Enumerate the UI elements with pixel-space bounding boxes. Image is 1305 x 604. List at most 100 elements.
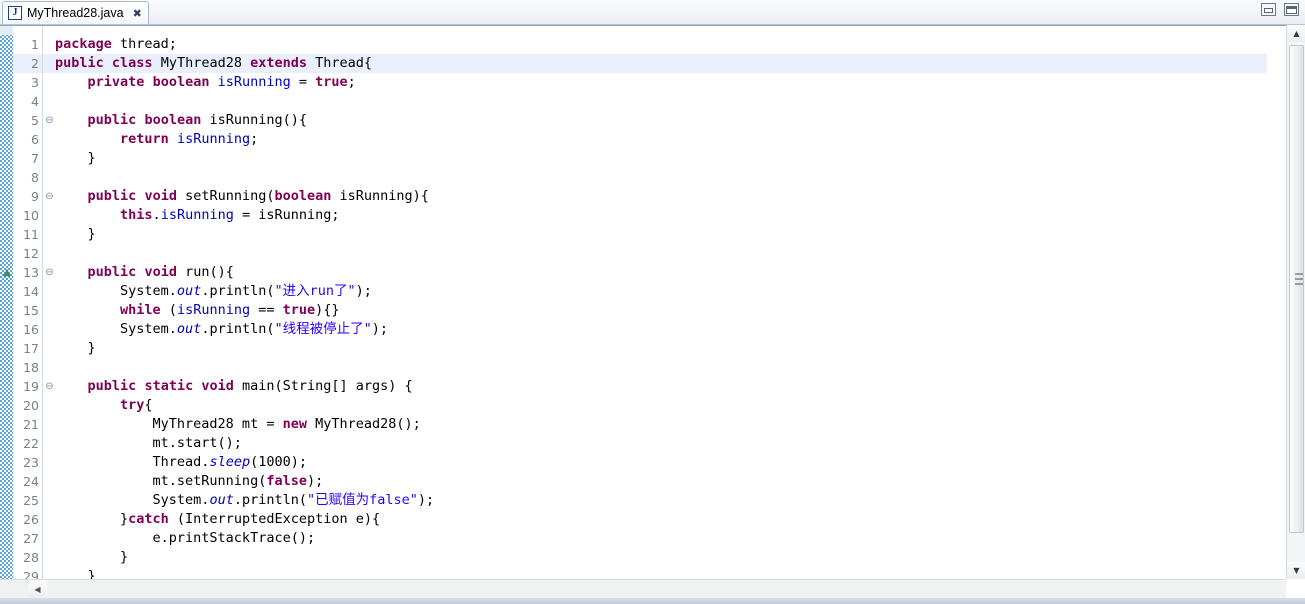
code-line[interactable]: } — [55, 567, 96, 579]
code-line[interactable]: } — [55, 149, 96, 168]
code-token-kw: boolean — [274, 188, 332, 204]
code-token-plain: ){} — [315, 302, 340, 318]
code-token-fld: isRunning — [176, 302, 251, 318]
code-line[interactable]: package thread; — [55, 35, 177, 54]
window-bottom-edge — [0, 598, 1305, 604]
code-line[interactable]: Thread.sleep(1000); — [55, 453, 307, 472]
code-token-sfld: out — [209, 492, 234, 508]
code-line[interactable]: e.printStackTrace(); — [55, 529, 316, 548]
horizontal-scrollbar[interactable]: ◀ — [0, 579, 1286, 598]
code-token-plain: setRunning( — [176, 188, 275, 204]
line-number: 11 — [23, 227, 39, 242]
code-token-kw: try — [120, 397, 145, 413]
code-line[interactable]: this.isRunning = isRunning; — [55, 206, 339, 225]
code-line[interactable]: while (isRunning == true){} — [55, 301, 340, 320]
code-line[interactable]: } — [55, 225, 96, 244]
fold-collapse-icon[interactable]: ⊖ — [44, 263, 55, 282]
code-token-plain: .println( — [201, 283, 275, 299]
scroll-down-icon[interactable]: ▼ — [1287, 562, 1305, 579]
code-line[interactable]: public static void main(String[] args) { — [55, 377, 413, 396]
code-line[interactable]: public boolean isRunning(){ — [55, 111, 308, 130]
code-line[interactable]: private boolean isRunning = true; — [55, 73, 356, 92]
line-number: 12 — [23, 246, 39, 261]
code-line[interactable]: System.out.println("线程被停止了"); — [55, 320, 388, 339]
code-line[interactable]: System.out.println("已赋值为false"); — [55, 491, 435, 510]
code-line[interactable]: public class MyThread28 extends Thread{ — [55, 54, 372, 73]
line-number: 28 — [23, 550, 39, 565]
close-icon[interactable]: ✖ — [133, 8, 142, 19]
line-number: 5 — [31, 113, 39, 128]
code-token-plain: = — [290, 74, 316, 90]
code-token-kw: package — [55, 36, 112, 52]
line-number: 20 — [23, 398, 39, 413]
line-number: 18 — [23, 360, 39, 375]
code-token-plain: } — [55, 340, 96, 356]
code-token-plain: ; — [250, 131, 259, 147]
code-token-sfld: sleep — [209, 454, 251, 470]
editor-tab-mythread28[interactable]: J MyThread28.java ✖ — [2, 1, 149, 24]
code-token-plain: ); — [371, 321, 388, 337]
line-number: 17 — [23, 341, 39, 356]
code-editor[interactable]: ▲ 1 2 3 4 5 6 7 8 9 10 11 12 13 14 15 16 17 18 19 20 21 22 23 2… — [0, 25, 1305, 579]
code-token-plain: ); — [355, 283, 372, 299]
fold-collapse-icon[interactable]: ⊖ — [44, 187, 55, 206]
maximize-button[interactable] — [1284, 3, 1299, 16]
overview-ruler-mark — [1295, 278, 1303, 280]
code-line[interactable]: mt.start(); — [55, 434, 242, 453]
code-token-kw: catch — [128, 511, 169, 527]
overview-ruler-mark — [1295, 283, 1303, 285]
vertical-scrollbar[interactable]: ▲ ▼ — [1286, 25, 1305, 579]
scroll-left-icon[interactable]: ◀ — [28, 580, 47, 598]
code-line[interactable]: public void setRunning(boolean isRunning… — [55, 187, 429, 206]
folding-ruler[interactable]: ⊖ ⊖ ⊖ ⊖ — [43, 26, 55, 579]
line-number: 3 — [31, 75, 39, 90]
code-token-plain: == — [250, 302, 283, 318]
line-number: 1 — [31, 37, 39, 52]
code-line[interactable]: mt.setRunning(false); — [55, 472, 324, 491]
vertical-scrollbar-thumb[interactable] — [1289, 45, 1304, 533]
code-line[interactable]: MyThread28 mt = new MyThread28(); — [55, 415, 421, 434]
line-number: 10 — [23, 208, 39, 223]
current-line-highlight — [43, 54, 55, 73]
line-number: 13 — [23, 265, 39, 280]
minimize-button[interactable] — [1261, 3, 1276, 16]
code-line[interactable]: System.out.println("进入run了"); — [55, 282, 372, 301]
line-number: 29 — [23, 569, 39, 579]
code-token-kw: extends — [250, 55, 308, 71]
code-token-kw: boolean — [144, 112, 202, 128]
code-token-plain: mt.setRunning( — [55, 473, 267, 489]
code-token-kw: static — [144, 378, 194, 394]
code-token-plain: MyThread28 mt = — [55, 416, 283, 432]
line-number-ruler: 1 2 3 4 5 6 7 8 9 10 11 12 13 14 15 16 17 18 19 20 21 22 23 24 2… — [13, 26, 43, 579]
fold-collapse-icon[interactable]: ⊖ — [44, 377, 55, 396]
code-token-kw: class — [111, 55, 153, 71]
line-number: 15 — [23, 303, 39, 318]
code-text-area[interactable]: package thread; public class MyThread28 e… — [55, 26, 1267, 579]
fold-collapse-icon[interactable]: ⊖ — [44, 111, 55, 130]
code-token-fld: isRunning — [176, 131, 251, 147]
code-token-plain: ( — [160, 302, 177, 318]
code-token-plain: ); — [417, 492, 435, 508]
code-token-kw: public — [87, 264, 137, 280]
code-line[interactable]: public void run(){ — [55, 263, 234, 282]
code-token-plain: thread; — [111, 36, 177, 52]
code-token-sfld: out — [176, 283, 202, 299]
code-token-kw: public — [87, 112, 137, 128]
code-line[interactable]: return isRunning; — [55, 130, 258, 149]
code-line[interactable]: try{ — [55, 396, 153, 415]
code-line[interactable]: }catch (InterruptedException e){ — [55, 510, 380, 529]
code-line[interactable]: } — [55, 339, 96, 358]
code-line[interactable]: } — [55, 548, 128, 567]
line-number: 19 — [23, 379, 39, 394]
line-number: 14 — [23, 284, 39, 299]
code-token-plain: . — [152, 207, 161, 223]
code-token-kw: true — [315, 74, 348, 90]
code-token-plain: Thread{ — [307, 55, 373, 71]
window-title-strip: J MyThread28.java ✖ — [0, 0, 1305, 25]
scroll-up-icon[interactable]: ▲ — [1287, 25, 1305, 42]
